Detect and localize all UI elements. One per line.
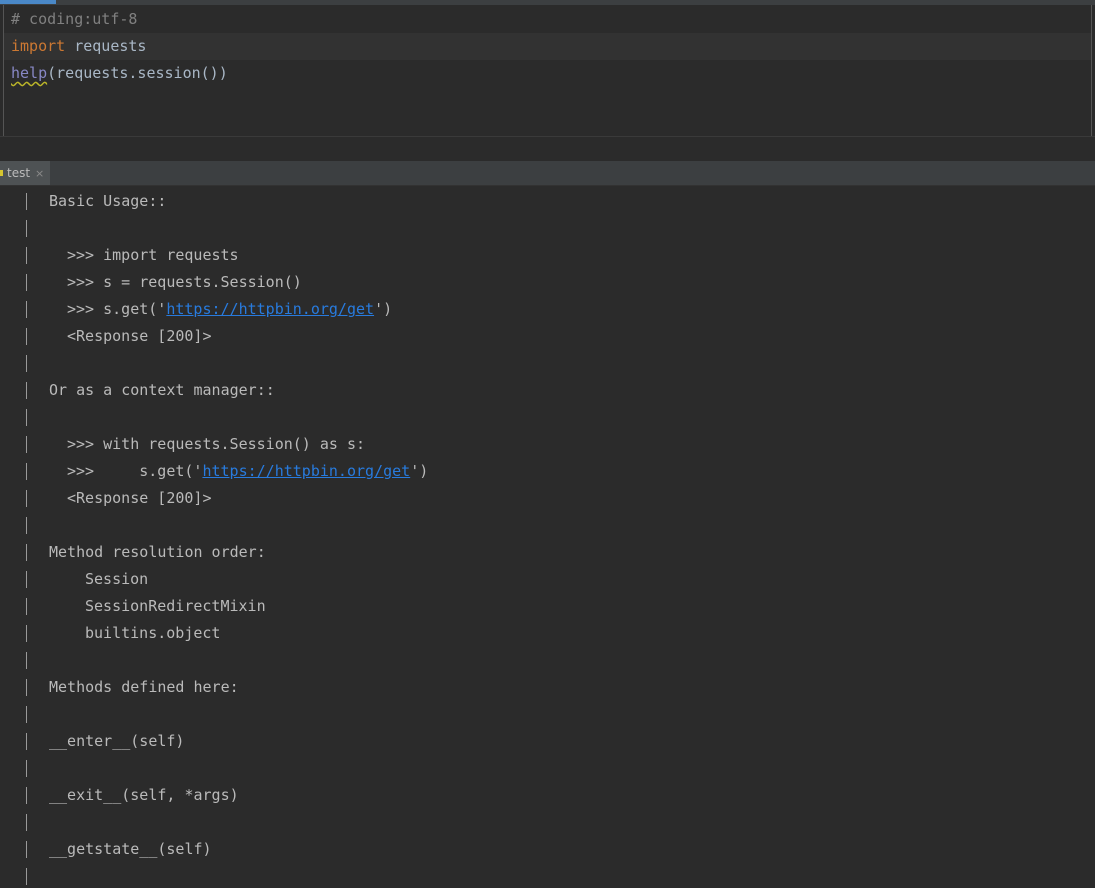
- help-pipe-marker: [26, 247, 27, 264]
- panel-gap: [0, 137, 1095, 161]
- console-text-segment: '): [410, 462, 429, 480]
- close-icon[interactable]: ×: [35, 167, 44, 180]
- console-text-segment: >>> s.get(': [67, 462, 203, 480]
- console-text-segment: Session: [85, 570, 149, 588]
- code-token: requests: [65, 37, 147, 55]
- console-text-segment: builtins.object: [85, 624, 221, 642]
- comment-token: # coding:utf-8: [11, 10, 138, 28]
- console-text: builtins.object: [85, 620, 220, 647]
- help-pipe-marker: [26, 868, 27, 885]
- code-line[interactable]: help(requests.session()): [11, 60, 228, 87]
- help-pipe-marker: [26, 625, 27, 642]
- code-editor[interactable]: # coding:utf-8 import requests help(requ…: [0, 0, 1095, 137]
- code-token: (requests.session()): [47, 64, 228, 82]
- editor-tab-strip: [0, 0, 1095, 5]
- console-text-segment: <Response [200]>: [67, 327, 212, 345]
- help-pipe-marker: [26, 679, 27, 696]
- console-text: >>> import requests: [67, 242, 239, 269]
- help-pipe-marker: [26, 544, 27, 561]
- console-text: Method resolution order:: [49, 539, 266, 566]
- console-text: __exit__(self, *args): [49, 782, 239, 809]
- help-pipe-marker: [26, 409, 27, 426]
- console-text: Basic Usage::: [49, 188, 166, 215]
- console-text-segment: Basic Usage::: [49, 192, 167, 210]
- help-pipe-marker: [26, 841, 27, 858]
- help-pipe-marker: [26, 517, 27, 534]
- console-text: SessionRedirectMixin: [85, 593, 266, 620]
- console-text-segment: <Response [200]>: [67, 489, 212, 507]
- help-pipe-marker: [26, 301, 27, 318]
- help-pipe-marker: [26, 814, 27, 831]
- console-text-segment: SessionRedirectMixin: [85, 597, 266, 615]
- help-pipe-marker: [26, 382, 27, 399]
- console-text-segment: Method resolution order:: [49, 543, 266, 561]
- console-text: Session: [85, 566, 148, 593]
- help-pipe-marker: [26, 355, 27, 372]
- run-tab-test[interactable]: test ×: [0, 161, 51, 185]
- console-text-segment: >>> import requests: [67, 246, 239, 264]
- console-text-segment: '): [374, 300, 393, 318]
- help-pipe-marker: [26, 652, 27, 669]
- console-text-segment: __getstate__(self): [49, 840, 212, 858]
- console-text: Methods defined here:: [49, 674, 239, 701]
- console-text: >>> s.get('https://httpbin.org/get'): [67, 458, 428, 485]
- help-pipe-marker: [26, 760, 27, 777]
- url-link[interactable]: https://httpbin.org/get: [202, 462, 410, 480]
- console-text: <Response [200]>: [67, 485, 212, 512]
- console-text: __enter__(self): [49, 728, 184, 755]
- code-line-current[interactable]: import requests: [4, 33, 1091, 60]
- console-text: >>> with requests.Session() as s:: [67, 431, 365, 458]
- console-text: >>> s = requests.Session(): [67, 269, 302, 296]
- console-text-segment: >>> with requests.Session() as s:: [67, 435, 366, 453]
- builtin-call-token: help: [11, 64, 48, 82]
- help-pipe-marker: [26, 733, 27, 750]
- editor-right-border: [1091, 5, 1092, 136]
- help-pipe-marker: [26, 328, 27, 345]
- help-pipe-marker: [26, 193, 27, 210]
- help-pipe-marker: [26, 706, 27, 723]
- run-tab-bar: test ×: [0, 161, 1095, 186]
- console-text-segment: >>> s = requests.Session(): [67, 273, 302, 291]
- help-pipe-marker: [26, 274, 27, 291]
- help-pipe-marker: [26, 571, 27, 588]
- help-pipe-marker: [26, 436, 27, 453]
- code-line[interactable]: # coding:utf-8: [11, 6, 137, 33]
- console-text-segment: Methods defined here:: [49, 678, 239, 696]
- console-text-segment: __exit__(self, *args): [49, 786, 239, 804]
- help-pipe-marker: [26, 787, 27, 804]
- keyword-token: import: [11, 37, 66, 55]
- console-text-segment: Or as a context manager::: [49, 381, 275, 399]
- help-pipe-marker: [26, 598, 27, 615]
- console-text: __getstate__(self): [49, 836, 212, 863]
- console-text-segment: __enter__(self): [49, 732, 185, 750]
- console-text: >>> s.get('https://httpbin.org/get'): [67, 296, 392, 323]
- console-output[interactable]: Basic Usage:: >>> import requests>>> s = …: [0, 186, 1095, 888]
- console-text: <Response [200]>: [67, 323, 212, 350]
- editor-left-border: [3, 5, 4, 136]
- help-pipe-marker: [26, 220, 27, 237]
- run-tab-label: test: [7, 166, 31, 180]
- active-tab-indicator: [0, 0, 56, 4]
- help-pipe-marker: [26, 463, 27, 480]
- url-link[interactable]: https://httpbin.org/get: [166, 300, 374, 318]
- console-text-segment: >>> s.get(': [67, 300, 167, 318]
- help-pipe-marker: [26, 490, 27, 507]
- run-config-icon: [0, 170, 3, 176]
- console-text: Or as a context manager::: [49, 377, 275, 404]
